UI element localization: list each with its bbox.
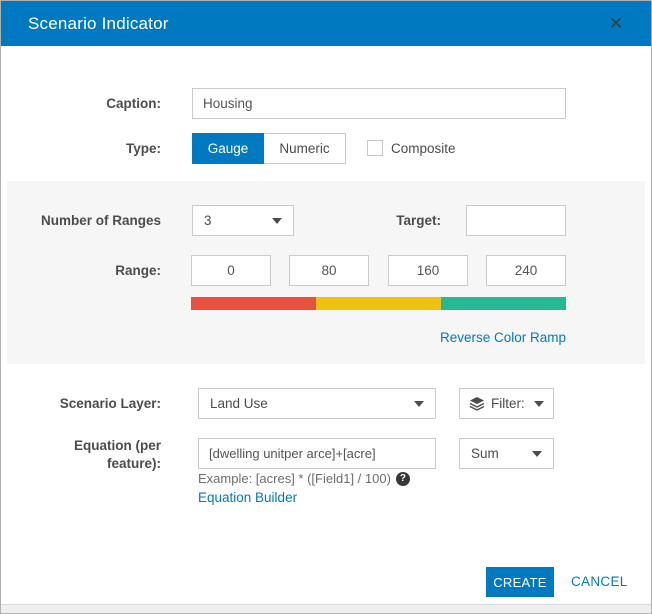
close-icon[interactable]: ✕ [601, 1, 631, 46]
caption-input[interactable] [192, 88, 566, 119]
chevron-down-icon [414, 401, 424, 407]
number-of-ranges-label: Number of Ranges [1, 213, 161, 228]
type-option-numeric[interactable]: Numeric [264, 133, 346, 164]
range-input-2[interactable] [289, 255, 369, 286]
ramp-segment-yellow [316, 297, 441, 310]
equation-example: Example: [acres] * ([Field1] / 100) ? [198, 471, 410, 486]
equation-input[interactable] [198, 438, 436, 469]
aggregation-dropdown[interactable]: Sum [459, 438, 554, 469]
dialog-bottom-edge [1, 604, 651, 613]
chevron-down-icon [534, 401, 544, 407]
type-label: Type: [1, 141, 161, 156]
ramp-segment-green [441, 297, 566, 310]
scenario-layer-dropdown[interactable]: Land Use [198, 388, 436, 419]
range-input-4[interactable] [486, 255, 566, 286]
dialog-title: Scenario Indicator [1, 14, 169, 34]
composite-label: Composite [391, 141, 456, 156]
filter-label: Filter: [491, 396, 534, 411]
equation-label: Equation (per feature): [61, 437, 161, 473]
create-button[interactable]: CREATE [486, 567, 554, 597]
dialog-header: Scenario Indicator ✕ [1, 1, 651, 46]
scenario-layer-label: Scenario Layer: [1, 396, 161, 411]
scenario-indicator-dialog: Scenario Indicator ✕ Caption: Type: Gaug… [0, 0, 652, 614]
caption-label: Caption: [1, 96, 161, 111]
layers-icon [469, 396, 485, 412]
equation-example-text: Example: [acres] * ([Field1] / 100) [198, 471, 391, 486]
cancel-button[interactable]: CANCEL [571, 574, 628, 589]
scenario-layer-value: Land Use [210, 396, 414, 411]
target-label: Target: [341, 213, 441, 228]
help-icon[interactable]: ? [396, 472, 410, 486]
number-of-ranges-dropdown[interactable]: 3 [192, 205, 294, 236]
reverse-color-ramp-link[interactable]: Reverse Color Ramp [440, 330, 566, 345]
color-ramp [191, 297, 566, 310]
range-label: Range: [1, 263, 161, 278]
chevron-down-icon [272, 218, 282, 224]
range-input-3[interactable] [388, 255, 468, 286]
equation-builder-link[interactable]: Equation Builder [198, 490, 297, 505]
composite-checkbox[interactable] [367, 140, 383, 156]
ramp-segment-red [191, 297, 316, 310]
type-option-gauge[interactable]: Gauge [192, 133, 264, 164]
chevron-down-icon [532, 451, 542, 457]
filter-dropdown[interactable]: Filter: [459, 388, 554, 419]
aggregation-value: Sum [471, 446, 532, 461]
range-input-1[interactable] [191, 255, 271, 286]
target-input[interactable] [466, 205, 566, 236]
number-of-ranges-value: 3 [204, 213, 272, 228]
